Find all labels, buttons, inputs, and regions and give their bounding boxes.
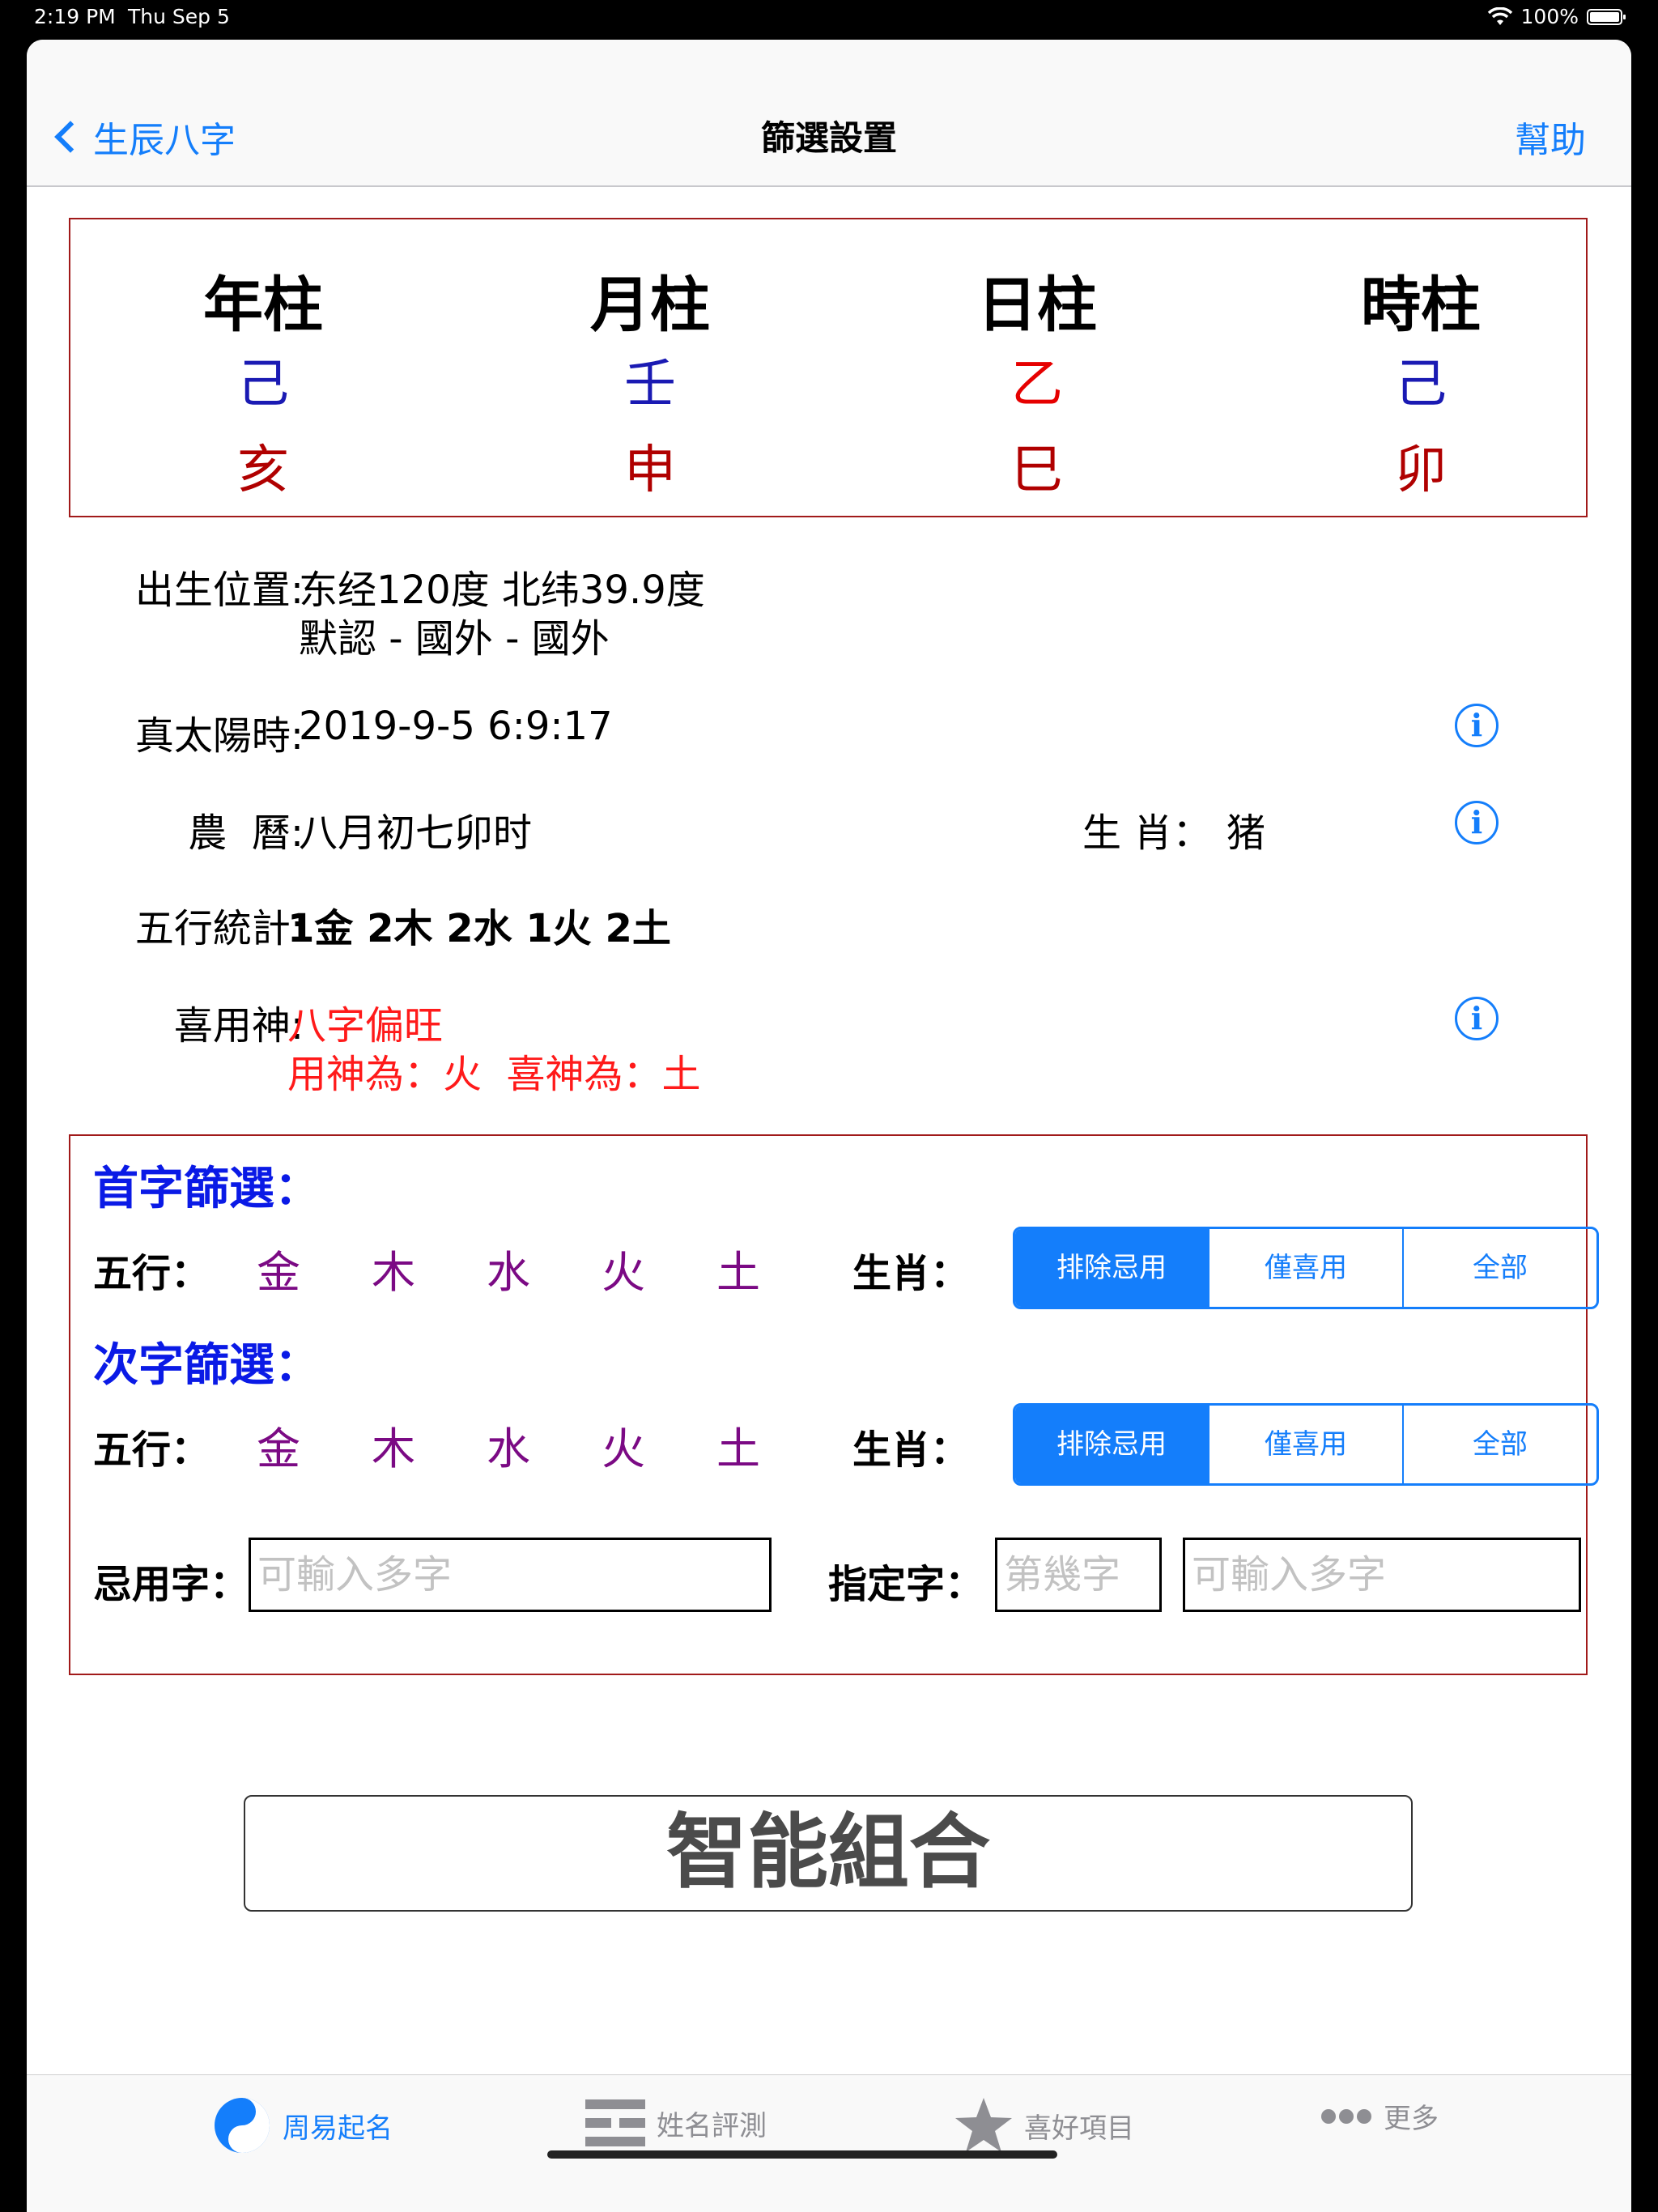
lunar-value: 八月初七卯时 xyxy=(299,810,533,856)
first-element-water[interactable]: 水 xyxy=(487,1236,530,1300)
pillar-head: 月柱 xyxy=(590,270,710,340)
wuxing-stats-label: 五行統計: xyxy=(134,906,304,951)
solar-time-label: 真太陽時: xyxy=(134,713,304,759)
tab-label: 姓名評測 xyxy=(657,2109,767,2142)
second-element-wood[interactable]: 木 xyxy=(372,1413,415,1477)
tab-label: 喜好項目 xyxy=(1024,2112,1134,2145)
wuxing-stats-value: 1金 2木 2水 1火 2土 xyxy=(287,906,671,951)
segment-favorable-only[interactable]: 僅喜用 xyxy=(1208,1406,1402,1483)
pillar-stem: 壬 xyxy=(624,355,676,415)
battery-percent: 100% xyxy=(1520,5,1579,28)
xiyong-line2: 用神為：火 喜神為：土 xyxy=(287,1052,701,1097)
avoid-chars-field xyxy=(249,1538,772,1612)
segment-favorable-only[interactable]: 僅喜用 xyxy=(1208,1229,1402,1307)
page-title: 篩選設置 xyxy=(760,118,897,158)
first-wuxing-label: 五行： xyxy=(93,1251,210,1296)
tab-bar: 周易起名 姓名評測 喜好項目 更多 xyxy=(27,2074,1631,2212)
segment-all[interactable]: 全部 xyxy=(1402,1229,1596,1307)
yin-yang-icon xyxy=(215,2098,270,2153)
battery-icon xyxy=(1587,8,1626,25)
assign-chars-field xyxy=(1183,1538,1581,1612)
status-date: Thu Sep 5 xyxy=(128,5,230,28)
help-button[interactable]: 幫助 xyxy=(1515,111,1586,163)
tab-label: 周易起名 xyxy=(283,2112,393,2145)
location-label: 出生位置: xyxy=(134,568,304,613)
status-bar: 2:19 PM Thu Sep 5 100% xyxy=(0,0,1658,32)
tab-favorites[interactable]: 喜好項目 xyxy=(954,2096,1134,2155)
status-time: 2:19 PM xyxy=(34,5,116,28)
navigation-bar: 生辰八字 篩選設置 幫助 xyxy=(27,40,1631,187)
second-zodiac-label: 生肖： xyxy=(852,1427,970,1473)
pillar-head: 日柱 xyxy=(977,270,1097,340)
xiyong-label: 喜用神: xyxy=(173,1003,304,1049)
location-value-line2: 默認 - 國外 - 國外 xyxy=(299,616,610,661)
more-dots-icon xyxy=(1321,2108,1371,2124)
first-element-metal[interactable]: 金 xyxy=(257,1236,300,1300)
zodiac-label: 生 肖： xyxy=(1082,810,1212,856)
first-element-fire[interactable]: 火 xyxy=(602,1236,645,1300)
tab-label: 更多 xyxy=(1384,2103,1439,2135)
tab-zhouyi-naming[interactable]: 周易起名 xyxy=(213,2096,393,2155)
first-element-wood[interactable]: 木 xyxy=(372,1236,415,1300)
tab-more[interactable]: 更多 xyxy=(1320,2096,1439,2136)
xiyong-info-icon[interactable]: i xyxy=(1455,997,1499,1040)
assign-chars-input[interactable] xyxy=(1185,1540,1579,1610)
second-element-fire[interactable]: 火 xyxy=(602,1413,645,1477)
solar-time-value: 2019-9-5 6:9:17 xyxy=(299,704,613,749)
avoid-chars-label: 忌用字： xyxy=(93,1562,249,1607)
zodiac-value: 猪 xyxy=(1226,810,1266,856)
pillar-head: 時柱 xyxy=(1361,270,1481,340)
first-zodiac-label: 生肖： xyxy=(852,1251,970,1296)
pillar-branch: 卯 xyxy=(1395,440,1447,500)
segment-all[interactable]: 全部 xyxy=(1402,1406,1596,1483)
first-char-filter-title: 首字篩選： xyxy=(93,1163,320,1215)
segment-exclude-avoid[interactable]: 排除忌用 xyxy=(1015,1229,1208,1307)
pillar-branch: 申 xyxy=(624,440,676,500)
pillar-branch: 亥 xyxy=(237,440,289,500)
filter-settings-box: 首字篩選： 五行： 金 木 水 火 土 生肖： 排除忌用 僅喜用 全部 次字篩選… xyxy=(69,1134,1599,1675)
second-element-earth[interactable]: 土 xyxy=(716,1413,760,1477)
pillar-head: 年柱 xyxy=(203,270,323,340)
char-position-field xyxy=(995,1538,1162,1612)
pillar-stem: 己 xyxy=(237,355,289,415)
tab-name-evaluation[interactable]: 姓名評測 xyxy=(585,2096,767,2150)
pillar-stem: 己 xyxy=(1395,355,1447,415)
lunar-label: 農 曆: xyxy=(188,810,304,856)
four-pillars-box: 年柱 己 亥 月柱 壬 申 日柱 乙 巳 時柱 己 卯 xyxy=(69,218,1588,517)
main-sheet: 生辰八字 篩選設置 幫助 年柱 己 亥 月柱 壬 申 日柱 乙 巳 時柱 己 卯… xyxy=(27,40,1631,2212)
wifi-icon xyxy=(1487,6,1512,25)
second-element-metal[interactable]: 金 xyxy=(257,1413,300,1477)
solar-time-info-icon[interactable]: i xyxy=(1455,704,1499,747)
assign-chars-label: 指定字： xyxy=(828,1562,984,1607)
avoid-chars-input[interactable] xyxy=(251,1540,769,1610)
second-char-filter-title: 次字篩選： xyxy=(93,1339,320,1392)
star-icon xyxy=(955,2098,1012,2152)
segment-exclude-avoid[interactable]: 排除忌用 xyxy=(1015,1406,1208,1483)
first-zodiac-segmented-control[interactable]: 排除忌用 僅喜用 全部 xyxy=(1013,1227,1599,1309)
first-element-earth[interactable]: 土 xyxy=(716,1236,760,1300)
second-zodiac-segmented-control[interactable]: 排除忌用 僅喜用 全部 xyxy=(1013,1403,1599,1486)
pillar-stem: 乙 xyxy=(1011,355,1063,415)
char-position-input[interactable] xyxy=(997,1540,1159,1610)
second-element-water[interactable]: 水 xyxy=(487,1413,530,1477)
status-right: 100% xyxy=(1487,5,1626,28)
trigram-icon xyxy=(585,2099,645,2146)
home-indicator[interactable] xyxy=(547,2150,1057,2159)
lunar-info-icon[interactable]: i xyxy=(1455,801,1499,844)
pillar-branch: 巳 xyxy=(1011,440,1063,500)
second-wuxing-label: 五行： xyxy=(93,1427,210,1473)
smart-combine-button[interactable]: 智能組合 xyxy=(244,1795,1413,1912)
